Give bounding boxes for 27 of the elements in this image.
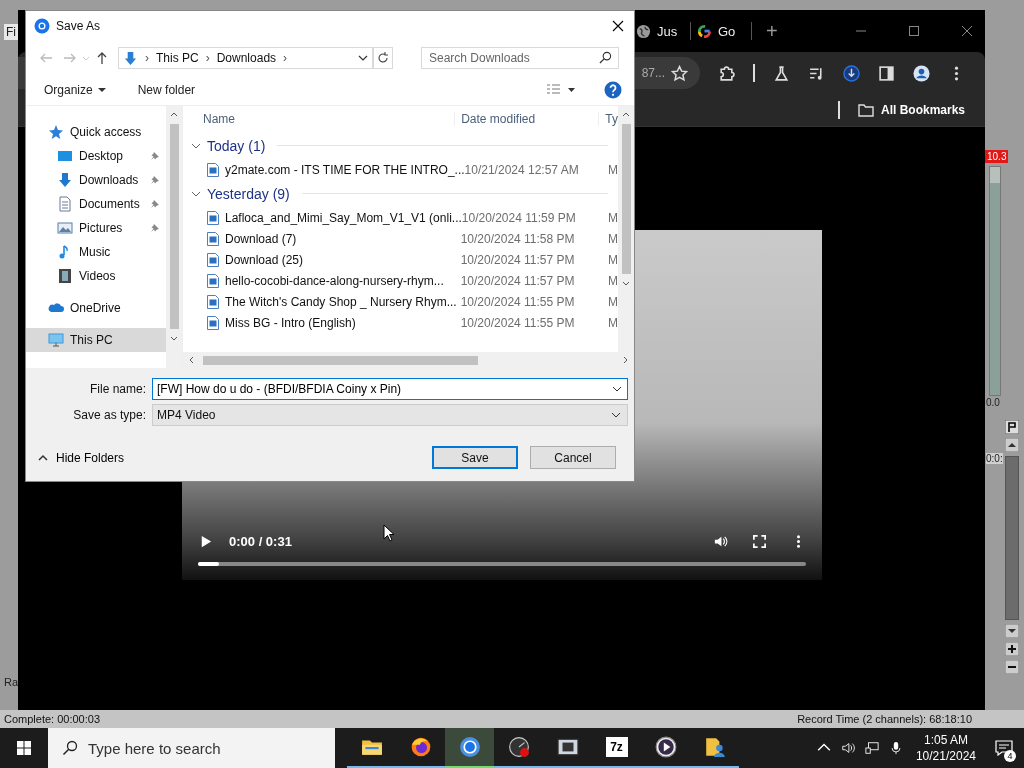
file-type: M [608, 231, 618, 246]
peak-badge: 10.3 [985, 150, 1009, 163]
file-date: 10/20/2024 11:55 PM [460, 315, 576, 330]
menu-label: Fi [4, 24, 18, 40]
window-title: Save As [56, 19, 101, 33]
file-type: M [608, 162, 618, 177]
side-label: Ra [4, 676, 19, 688]
file-date: 10/20/2024 11:58 PM [460, 231, 576, 246]
file-date: 10/20/2024 11:57 PM [460, 252, 576, 267]
app-logo: 7z [605, 737, 628, 757]
time-label: 0:0: [986, 453, 1003, 464]
status-text: Record Time (2 channels): 68:18:10 [797, 713, 972, 725]
file-date: 10/20/2024 11:55 PM [460, 294, 576, 309]
file-type: M [608, 294, 618, 309]
file-type: M [608, 273, 618, 288]
field-label: Save as type: [72, 408, 147, 422]
file-type: M [608, 315, 618, 330]
notification-count: 4 [1004, 750, 1016, 762]
file-date: 10/20/2024 11:59 PM [461, 210, 577, 225]
file-date: 10/21/2024 12:57 AM [464, 162, 580, 177]
video-time: 0:00 / 0:31 [229, 533, 292, 549]
file-type: M [608, 210, 618, 225]
file-type: M [608, 252, 618, 267]
meter-label: 0.0 [986, 397, 1000, 408]
file-date: 10/20/2024 11:57 PM [460, 273, 576, 288]
field-label: File name: [88, 382, 147, 396]
status-text: Complete: 00:00:03 [4, 713, 100, 725]
